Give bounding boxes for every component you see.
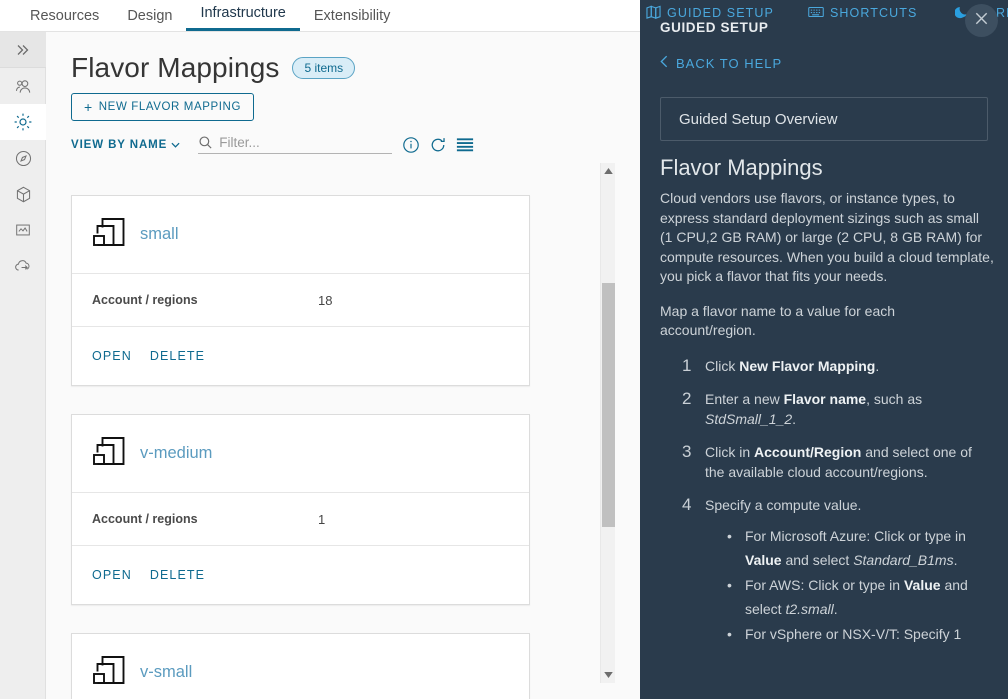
page-title: Flavor Mappings <box>71 52 280 83</box>
toolbar-icons <box>402 136 474 154</box>
new-flavor-mapping-label: NEW FLAVOR MAPPING <box>98 101 241 113</box>
step-bullet: For vSphere or NSX-V/T: Specify 1 <box>727 622 994 646</box>
list-toolbar: VIEW BY NAME <box>46 121 640 154</box>
delete-action[interactable]: DELETE <box>150 349 205 363</box>
card-list: small Account / regions 18 OPEN DELETE v-medi… <box>46 195 640 699</box>
guided-setup-overview-box[interactable]: Guided Setup Overview <box>660 97 988 141</box>
card-actions: OPEN DELETE <box>72 326 529 385</box>
guided-step: 4 Specify a compute value.For Microsoft A… <box>682 495 994 647</box>
search-input[interactable] <box>213 135 382 150</box>
card-header: v-small <box>72 634 529 699</box>
info-circle-icon[interactable] <box>402 136 420 154</box>
sidebar-expand-button[interactable] <box>0 32 46 68</box>
chevron-left-icon <box>660 55 668 71</box>
scrollbar-thumb[interactable] <box>602 283 615 527</box>
topbar-shortcuts-button[interactable]: SHORTCUTS <box>808 6 917 21</box>
guided-step: 3 Click in Account/Region and select one … <box>682 442 994 482</box>
step-bullet: For AWS: Click or type in Value and sele… <box>727 573 994 621</box>
sidebar-item-cloud-onboarding[interactable] <box>0 248 46 284</box>
card-detail-row: Account / regions 18 <box>72 273 529 326</box>
guided-setup-steps: 1 Click New Flavor Mapping. 2 Enter a new F… <box>682 356 994 647</box>
flavor-mapping-card: small Account / regions 18 OPEN DELETE <box>71 195 530 386</box>
view-by-dropdown[interactable]: VIEW BY NAME <box>71 139 180 151</box>
panel-header-title: GUIDED SETUP <box>660 20 769 35</box>
step-number: 4 <box>682 494 692 514</box>
nav-tab-resources[interactable]: Resources <box>16 8 113 32</box>
topbar-shortcuts-label: SHORTCUTS <box>829 6 918 20</box>
panel-body: Flavor Mappings Cloud vendors use flavor… <box>660 155 994 660</box>
keyboard-icon <box>808 6 824 21</box>
nav-tab-infrastructure[interactable]: Infrastructure <box>186 5 300 31</box>
card-detail-row: Account / regions 1 <box>72 492 529 545</box>
nav-tab-design[interactable]: Design <box>113 8 186 32</box>
card-title-link[interactable]: v-medium <box>140 444 212 463</box>
sidebar-item-identity[interactable] <box>0 68 46 104</box>
list-view-icon[interactable] <box>456 137 474 152</box>
plus-icon: + <box>84 99 93 115</box>
card-detail-value: 18 <box>318 292 333 308</box>
back-to-help-link[interactable]: BACK TO HELP <box>660 55 782 71</box>
card-detail-label: Account / regions <box>92 512 198 526</box>
search-icon <box>199 136 212 149</box>
panel-paragraph-2: Map a flavor name to a value for each ac… <box>660 302 896 339</box>
sidebar-item-activity[interactable] <box>0 212 46 248</box>
flavor-mapping-icon <box>92 655 126 690</box>
step-bullet-list: For Microsoft Azure: Click or type in Va… <box>727 524 994 646</box>
nav-tab-extensibility[interactable]: Extensibility <box>300 8 405 32</box>
step-text: Specify a compute value.For Microsoft Az… <box>705 495 994 647</box>
new-flavor-mapping-button[interactable]: + NEW FLAVOR MAPPING <box>71 93 254 121</box>
card-detail-value: 1 <box>318 511 326 527</box>
panel-paragraph-1: Cloud vendors use flavors, or instance t… <box>660 190 994 284</box>
step-number: 2 <box>682 388 692 408</box>
panel-heading: Flavor Mappings <box>660 155 823 180</box>
scroll-down-arrow[interactable] <box>601 667 616 683</box>
flavor-mapping-icon <box>92 217 126 252</box>
step-number: 1 <box>682 355 692 375</box>
guided-setup-panel: GUIDED SETUP SHORTCUTS DARK <box>640 0 1008 699</box>
chevron-down-icon <box>171 142 180 148</box>
flavor-mapping-card: v-medium Account / regions 1 OPEN DELETE <box>71 414 530 605</box>
close-panel-button[interactable] <box>965 4 998 37</box>
items-count-badge: 5 items <box>292 57 356 79</box>
guided-step: 2 Enter a new Flavor name, such as StdSma… <box>682 389 994 429</box>
card-title-link[interactable]: v-small <box>140 663 192 682</box>
flavor-mapping-card: v-smallAccount / regions4OPENDELETE <box>71 633 530 699</box>
left-icon-rail <box>0 32 46 699</box>
app-root: Resources Design Infrastructure Extensibili… <box>0 0 1008 699</box>
back-to-help-label: BACK TO HELP <box>676 55 783 71</box>
sidebar-item-resources[interactable] <box>0 176 46 212</box>
filter-field-wrapper <box>198 135 393 154</box>
scroll-up-arrow[interactable] <box>601 163 616 179</box>
card-header: small <box>72 196 529 273</box>
open-action[interactable]: OPEN <box>92 349 132 363</box>
refresh-icon[interactable] <box>429 136 447 154</box>
vertical-scrollbar[interactable] <box>600 163 615 683</box>
sidebar-item-configure[interactable] <box>0 104 46 140</box>
delete-action[interactable]: DELETE <box>150 568 205 582</box>
view-by-label: VIEW BY NAME <box>71 138 168 151</box>
top-navigation: Resources Design Infrastructure Extensibili… <box>0 0 640 32</box>
card-actions: OPEN DELETE <box>72 545 529 604</box>
step-text: Enter a new Flavor name, such as StdSmal… <box>705 390 923 427</box>
card-title-link[interactable]: small <box>140 225 179 244</box>
page-title-row: Flavor Mappings 5 items <box>46 32 640 84</box>
flavor-mapping-icon <box>92 436 126 471</box>
guided-step: 1 Click New Flavor Mapping. <box>682 356 994 376</box>
topbar-guided-setup-label: GUIDED SETUP <box>667 6 774 20</box>
step-text: Click in Account/Region and select one o… <box>705 443 972 480</box>
topbar-guided-setup-button[interactable]: GUIDED SETUP <box>646 5 774 22</box>
map-book-icon <box>646 5 661 22</box>
step-bullet: For Microsoft Azure: Click or type in Va… <box>727 524 994 572</box>
step-text: Click New Flavor Mapping. <box>705 357 880 374</box>
sidebar-item-policies[interactable] <box>0 140 46 176</box>
step-number: 3 <box>682 441 692 461</box>
close-x-icon <box>973 10 990 32</box>
main-content: Flavor Mappings 5 items + NEW FLAVOR MAP… <box>46 32 640 699</box>
card-list-scroll-area: small Account / regions 18 OPEN DELETE v-medi… <box>46 195 640 699</box>
open-action[interactable]: OPEN <box>92 568 132 582</box>
card-detail-label: Account / regions <box>92 293 198 307</box>
card-header: v-medium <box>72 415 529 492</box>
